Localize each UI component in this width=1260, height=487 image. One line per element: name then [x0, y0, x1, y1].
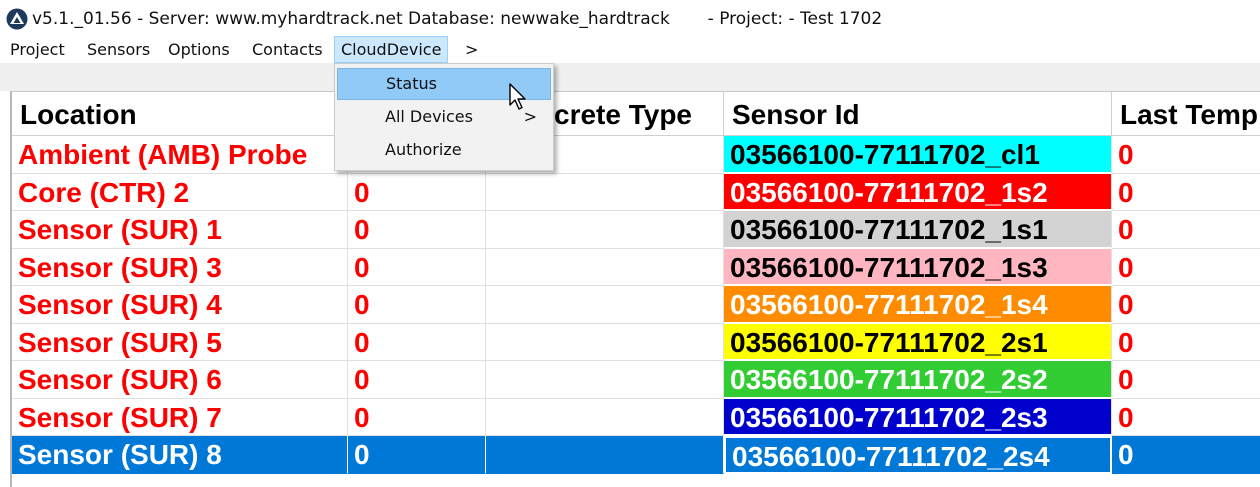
- cell-location[interactable]: Sensor (SUR) 5: [12, 323, 348, 361]
- cell-last-temp[interactable]: 0: [1112, 361, 1260, 399]
- cell-last-temp[interactable]: 0: [1112, 436, 1260, 474]
- cell-sensor-id[interactable]: 03566100-77111702_cl1: [724, 136, 1112, 174]
- cell-sensor-id[interactable]: 03566100-77111702_1s2: [724, 173, 1112, 211]
- cell-value[interactable]: 0: [348, 398, 486, 436]
- cell-discrete-type[interactable]: [486, 286, 724, 324]
- cell-sensor-id[interactable]: 03566100-77111702_1s3: [724, 248, 1112, 286]
- cell-sensor-id[interactable]: 03566100-77111702_2s3: [724, 398, 1112, 436]
- menu-options[interactable]: Options: [162, 36, 236, 63]
- mouse-cursor-icon: [509, 83, 526, 110]
- menu-overflow-chevron[interactable]: >: [459, 36, 484, 63]
- cell-sensor-id[interactable]: 03566100-77111702_2s2: [724, 361, 1112, 399]
- table-row[interactable]: Sensor (SUR) 7 0 03566100-77111702_2s3 0: [12, 398, 1260, 436]
- cell-location[interactable]: Ambient (AMB) Probe: [12, 136, 348, 174]
- cell-last-temp[interactable]: 0: [1112, 174, 1260, 211]
- table-row[interactable]: Ambient (AMB) Probe 003566100-77111702_cl…: [12, 136, 1260, 174]
- app-logo-icon: [6, 8, 28, 30]
- cell-value[interactable]: 0: [348, 211, 486, 249]
- cell-discrete-type[interactable]: [486, 323, 724, 361]
- table-row[interactable]: Sensor (SUR) 4 0 03566100-77111702_1s4 0: [12, 286, 1260, 324]
- window-title: v5.1._01.56 - Server: www.myhardtrack.ne…: [32, 9, 883, 29]
- table-row[interactable]: Sensor (SUR) 8 0 03566100-77111702_2s4 0: [12, 436, 1260, 474]
- title-bar: v5.1._01.56 - Server: www.myhardtrack.ne…: [0, 0, 1260, 36]
- cell-last-temp[interactable]: 0: [1112, 399, 1260, 436]
- cell-value[interactable]: 0: [348, 323, 486, 361]
- menu-bar: Project Sensors Options Contacts CloudDe…: [0, 36, 1260, 63]
- cell-sensor-id[interactable]: 03566100-77111702_1s1: [724, 211, 1112, 249]
- menu-sensors[interactable]: Sensors: [81, 36, 156, 63]
- cell-location[interactable]: Sensor (SUR) 3: [12, 248, 348, 286]
- table-row[interactable]: Sensor (SUR) 1 0 03566100-77111702_1s1 0: [12, 211, 1260, 249]
- cell-value[interactable]: 0: [348, 248, 486, 286]
- menu-project[interactable]: Project: [4, 36, 71, 63]
- clouddevice-menu: Status All Devices > Authorize: [334, 63, 554, 171]
- menu-clouddevice[interactable]: CloudDevice: [334, 36, 449, 63]
- menu-contacts[interactable]: Contacts: [246, 36, 329, 63]
- toolbar-strip: [0, 63, 1260, 91]
- cell-sensor-id[interactable]: 03566100-77111702_2s4: [724, 436, 1112, 474]
- cell-location[interactable]: Sensor (SUR) 6: [12, 361, 348, 399]
- column-header-last-temp[interactable]: Last Temp: [1112, 92, 1260, 136]
- table-row[interactable]: Sensor (SUR) 6 0 03566100-77111702_2s2 0: [12, 361, 1260, 399]
- cell-last-temp[interactable]: 0: [1112, 136, 1260, 174]
- cell-last-temp[interactable]: 0: [1112, 211, 1260, 249]
- table-row[interactable]: Sensor (SUR) 3 0 03566100-77111702_1s3 0: [12, 248, 1260, 286]
- cell-sensor-id[interactable]: 03566100-77111702_2s1: [724, 323, 1112, 361]
- cell-discrete-type[interactable]: [486, 173, 724, 211]
- cell-location[interactable]: Core (CTR) 2: [12, 173, 348, 211]
- table-row[interactable]: Sensor (SUR) 5 0 03566100-77111702_2s1 0: [12, 323, 1260, 361]
- cell-value[interactable]: 0: [348, 436, 486, 474]
- cell-location[interactable]: Sensor (SUR) 1: [12, 211, 348, 249]
- column-header-sensor-id[interactable]: Sensor Id: [724, 92, 1112, 136]
- cell-discrete-type[interactable]: [486, 248, 724, 286]
- menu-item-authorize[interactable]: Authorize: [337, 134, 551, 166]
- cell-location[interactable]: Sensor (SUR) 7: [12, 398, 348, 436]
- cell-location[interactable]: Sensor (SUR) 4: [12, 286, 348, 324]
- cell-discrete-type[interactable]: [486, 436, 724, 474]
- table-row[interactable]: Core (CTR) 2 0 03566100-77111702_1s2 0: [12, 173, 1260, 211]
- cell-discrete-type[interactable]: [486, 361, 724, 399]
- cell-discrete-type[interactable]: [486, 211, 724, 249]
- cell-value[interactable]: 0: [348, 286, 486, 324]
- cell-last-temp[interactable]: 0: [1112, 324, 1260, 361]
- sensor-grid: Location crete Type Sensor Id Last Temp …: [10, 91, 1260, 487]
- cell-last-temp[interactable]: 0: [1112, 249, 1260, 286]
- cell-value[interactable]: 0: [348, 361, 486, 399]
- column-header-location[interactable]: Location: [12, 92, 348, 136]
- cell-discrete-type[interactable]: [486, 398, 724, 436]
- cell-location[interactable]: Sensor (SUR) 8: [12, 436, 348, 474]
- cell-value[interactable]: 0: [348, 173, 486, 211]
- cell-sensor-id[interactable]: 03566100-77111702_1s4: [724, 286, 1112, 324]
- cell-last-temp[interactable]: 0: [1112, 286, 1260, 324]
